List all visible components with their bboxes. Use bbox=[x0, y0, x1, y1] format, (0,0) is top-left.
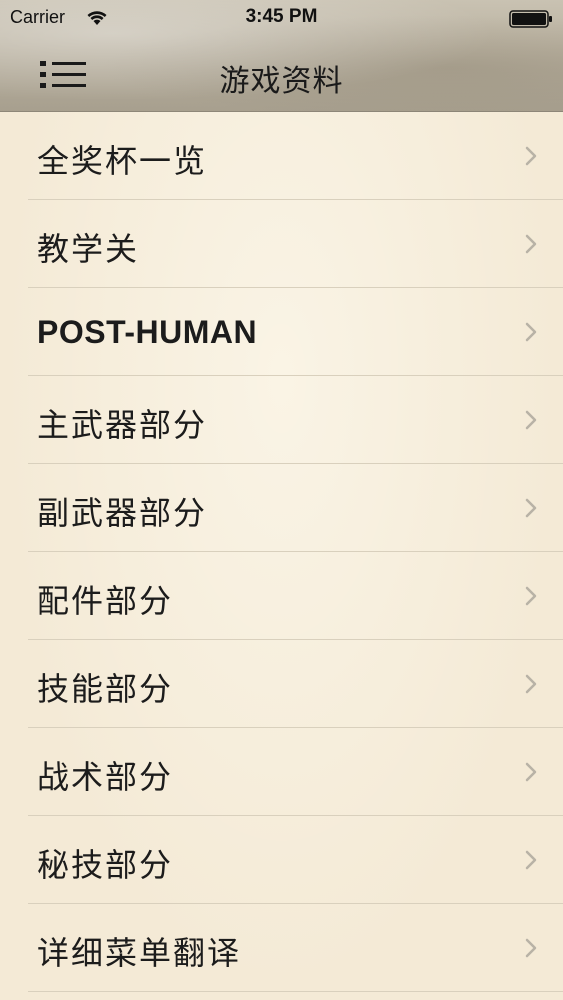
list-item[interactable]: 配件部分 bbox=[0, 552, 563, 640]
chevron-right-icon bbox=[525, 322, 537, 342]
list-item[interactable]: 技能部分 bbox=[0, 640, 563, 728]
chevron-right-icon bbox=[525, 498, 537, 518]
list-item-label: 配件部分 bbox=[37, 582, 174, 620]
chevron-right-icon bbox=[525, 146, 537, 166]
chevron-right-icon bbox=[525, 586, 537, 606]
chevron-right-icon bbox=[525, 234, 537, 254]
page-title: 游戏资料 bbox=[219, 64, 344, 99]
chevron-right-icon bbox=[525, 938, 537, 958]
list-item-label: POST-HUMAN bbox=[37, 314, 258, 350]
list-item[interactable]: 详细菜单翻译 bbox=[0, 904, 563, 992]
list-item[interactable]: POST-HUMAN bbox=[0, 288, 563, 376]
list-item-label: 详细菜单翻译 bbox=[37, 934, 242, 972]
navigation-bar: 游戏资料 bbox=[0, 36, 563, 112]
list-item-label: 技能部分 bbox=[37, 670, 174, 708]
chevron-right-icon bbox=[525, 410, 537, 430]
header: Carrier 3:45 PM 游戏资料 bbox=[0, 0, 563, 112]
list-item[interactable]: 秘技部分 bbox=[0, 816, 563, 904]
chevron-right-icon bbox=[525, 674, 537, 694]
list-item-label: 战术部分 bbox=[37, 758, 174, 796]
list-item-label: 秘技部分 bbox=[37, 846, 174, 884]
list-item[interactable]: 战术部分 bbox=[0, 728, 563, 816]
list-item-label: 主武器部分 bbox=[37, 406, 208, 444]
chevron-right-icon bbox=[525, 850, 537, 870]
chevron-right-icon bbox=[525, 762, 537, 782]
list-item[interactable]: 全奖杯一览 bbox=[0, 112, 563, 200]
list-item[interactable]: 副武器部分 bbox=[0, 464, 563, 552]
list-item-label: 副武器部分 bbox=[37, 494, 208, 532]
list-item-label: 教学关 bbox=[37, 230, 140, 268]
battery-icon bbox=[509, 10, 552, 28]
status-time: 3:45 PM bbox=[245, 6, 318, 27]
menu-list: 全奖杯一览教学关 POST-HUMAN 主武器部分副武器部分配件部分技能部分战术部分… bbox=[0, 112, 563, 1000]
list-item[interactable]: 主武器部分 bbox=[0, 376, 563, 464]
list-item[interactable]: 教学关 bbox=[0, 200, 563, 288]
status-bar: Carrier 3:45 PM bbox=[0, 0, 563, 36]
list-item-label: 全奖杯一览 bbox=[37, 142, 208, 180]
